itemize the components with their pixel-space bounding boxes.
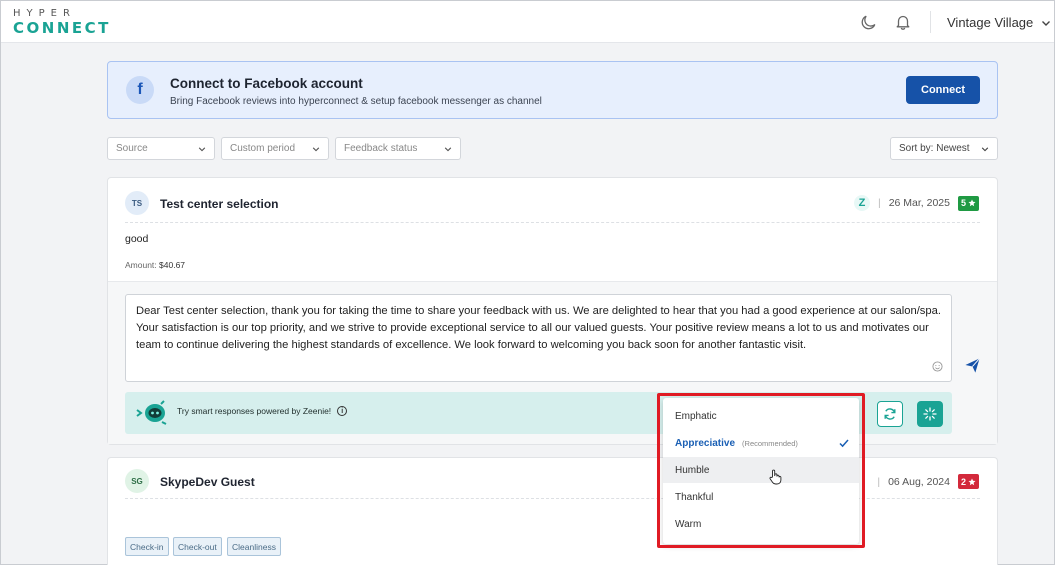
- top-bar-divider: [930, 11, 931, 33]
- sparkle-icon: [923, 407, 937, 421]
- feedback-status-filter[interactable]: Feedback status: [335, 137, 461, 160]
- sort-dropdown[interactable]: Sort by: Newest: [890, 137, 998, 160]
- tone-option-label: Emphatic: [675, 410, 717, 422]
- chevron-down-icon: [981, 146, 989, 151]
- tone-option-thankful[interactable]: Thankful: [663, 484, 859, 510]
- review-date: 06 Aug, 2024: [888, 475, 950, 488]
- hyperconnect-logo[interactable]: HYPER CONNECT: [13, 9, 111, 36]
- category-tag[interactable]: Check-out: [173, 537, 222, 556]
- review-card: TS Test center selection Z | 26 Mar, 202…: [107, 177, 998, 445]
- tone-menu: Emphatic Appreciative (Recommended) Humb…: [663, 398, 859, 544]
- avatar: SG: [125, 469, 149, 493]
- top-bar: HYPER CONNECT Vintage Village: [1, 1, 1054, 43]
- reply-text: Dear Test center selection, thank you fo…: [136, 305, 941, 352]
- check-icon: [839, 439, 849, 448]
- category-tag[interactable]: Cleanliness: [227, 537, 281, 556]
- tone-option-warm[interactable]: Warm: [663, 511, 859, 537]
- rating-badge: 5: [957, 195, 979, 211]
- reviewer-name: Test center selection: [160, 197, 279, 211]
- regenerate-button[interactable]: [877, 401, 903, 427]
- logo-line2: CONNECT: [13, 19, 111, 37]
- account-name: Vintage Village: [947, 15, 1034, 30]
- period-filter-label: Custom period: [230, 143, 296, 154]
- moon-icon[interactable]: [860, 13, 878, 31]
- avatar: TS: [125, 191, 149, 215]
- chevron-down-icon: [198, 146, 206, 151]
- facebook-connect-banner: f Connect to Facebook account Bring Face…: [107, 61, 998, 119]
- zeenie-promo-text: Try smart responses powered by Zeenie!: [177, 406, 332, 416]
- source-filter-label: Source: [116, 143, 148, 154]
- account-selector[interactable]: Vintage Village: [947, 15, 1051, 30]
- tone-option-emphatic[interactable]: Emphatic: [663, 403, 859, 429]
- robot-icon: [136, 400, 167, 425]
- logo-line1: HYPER: [13, 8, 76, 19]
- banner-subtitle: Bring Facebook reviews into hyperconnect…: [170, 96, 542, 107]
- review-text: good: [125, 233, 149, 245]
- meta-separator: |: [877, 197, 881, 209]
- amount-value: $40.67: [159, 260, 186, 270]
- banner-title: Connect to Facebook account: [170, 76, 363, 91]
- source-filter[interactable]: Source: [107, 137, 215, 160]
- tone-selector-button[interactable]: [917, 401, 943, 427]
- divider: [125, 222, 980, 223]
- reply-textarea[interactable]: Dear Test center selection, thank you fo…: [125, 294, 952, 382]
- facebook-icon: f: [126, 76, 154, 104]
- rating-value: 2: [960, 476, 966, 487]
- status-filter-label: Feedback status: [344, 143, 418, 154]
- review-amount: Amount: $40.67: [125, 260, 185, 270]
- amount-label: Amount:: [125, 260, 157, 270]
- chevron-down-icon: [1042, 20, 1051, 26]
- info-icon[interactable]: i: [337, 406, 348, 416]
- star-icon: [968, 477, 976, 485]
- zeenie-promo: Try smart responses powered by Zeenie! i: [177, 406, 348, 416]
- reply-section: Dear Test center selection, thank you fo…: [108, 281, 997, 444]
- tone-option-label: Warm: [675, 518, 702, 530]
- rating-value: 5: [960, 198, 966, 208]
- zeenie-source-icon: Z: [853, 195, 870, 211]
- refresh-icon: [884, 408, 896, 420]
- bell-icon[interactable]: [894, 13, 912, 31]
- review-meta: Z | 26 Mar, 2025 5: [853, 195, 979, 211]
- sort-label: Sort by: Newest: [899, 143, 970, 154]
- category-tag[interactable]: Check-in: [125, 537, 169, 556]
- tone-option-label: Appreciative: [675, 437, 736, 449]
- tone-option-label: Thankful: [675, 491, 714, 503]
- review-meta: | 06 Aug, 2024 2: [877, 474, 979, 489]
- recommended-note: (Recommended): [742, 438, 798, 448]
- rating-badge: 2: [957, 474, 979, 489]
- chevron-down-icon: [444, 146, 452, 151]
- emoji-icon[interactable]: [932, 361, 943, 372]
- reviewer-name: SkypeDev Guest: [160, 475, 255, 489]
- tone-option-humble[interactable]: Humble: [663, 457, 859, 483]
- meta-separator: |: [877, 475, 881, 488]
- tone-option-label: Humble: [675, 464, 710, 476]
- connect-button[interactable]: Connect: [906, 76, 980, 104]
- chevron-down-icon: [312, 146, 320, 151]
- hand-cursor-icon: [769, 469, 782, 485]
- star-icon: [968, 199, 976, 207]
- review-card: SG SkypeDev Guest | 06 Aug, 2024 2 Check…: [107, 457, 998, 565]
- send-icon[interactable]: [964, 357, 981, 374]
- period-filter[interactable]: Custom period: [221, 137, 329, 160]
- tone-option-appreciative[interactable]: Appreciative (Recommended): [663, 430, 859, 456]
- review-date: 26 Mar, 2025: [888, 197, 950, 209]
